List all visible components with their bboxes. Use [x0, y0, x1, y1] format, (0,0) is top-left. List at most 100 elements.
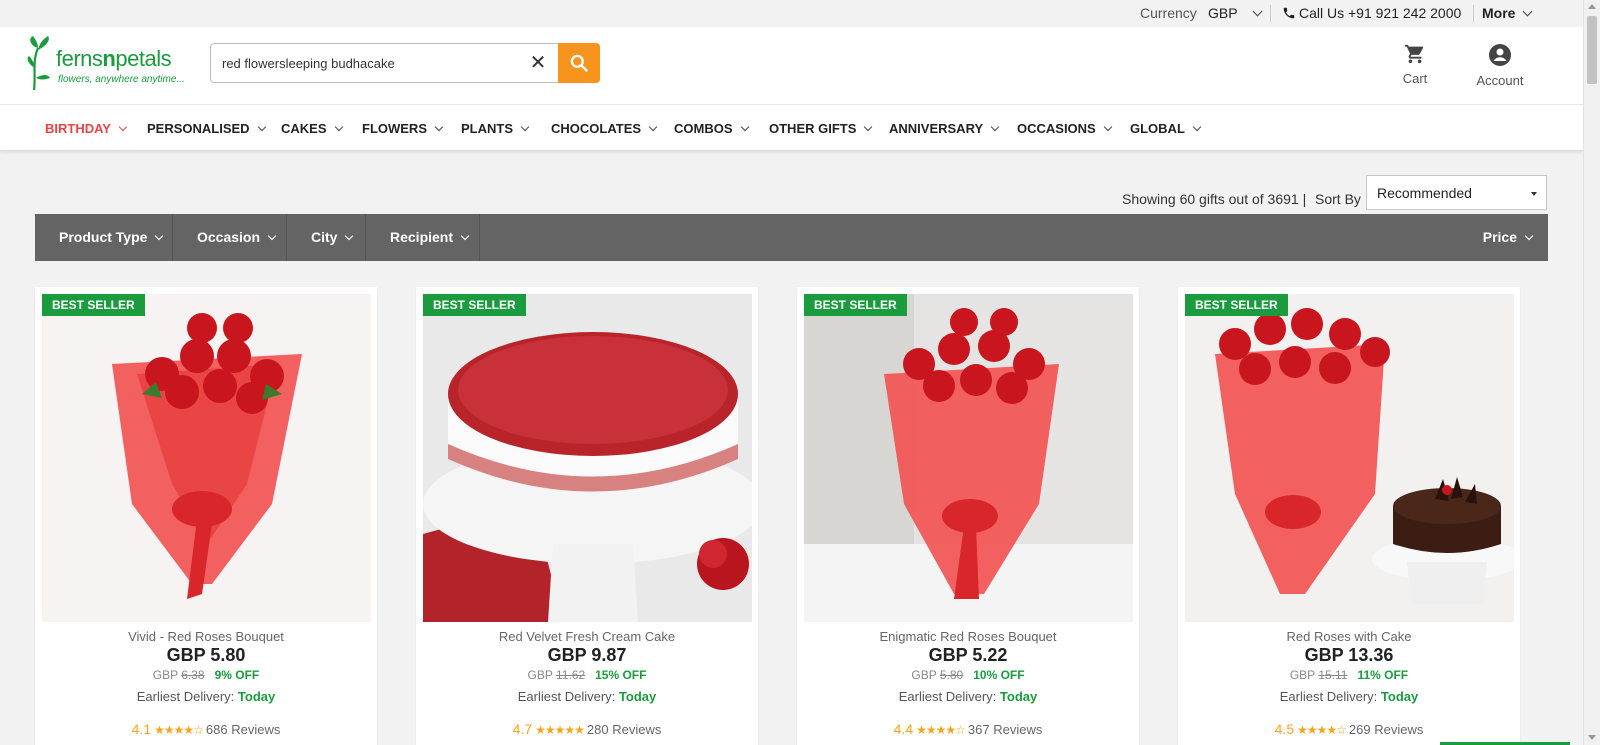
chevron-down-icon	[155, 231, 164, 241]
currency-select[interactable]: GBP	[1208, 5, 1263, 21]
best-seller-badge: BEST SELLER	[1185, 294, 1288, 316]
product-title[interactable]: Enigmatic Red Roses Bouquet	[797, 629, 1139, 644]
currency-label: GBP	[1289, 668, 1315, 682]
product-card[interactable]: BEST SELLER Red Velvet Fresh Cream Cake …	[416, 287, 758, 745]
chevron-down-icon	[267, 231, 277, 241]
product-card[interactable]: BEST SELLER Vivid - Red Roses Bouquet GB…	[35, 287, 377, 745]
best-seller-badge: BEST SELLER	[423, 294, 526, 316]
chevron-down-icon	[864, 122, 873, 132]
product-delivery: Earliest Delivery: Today	[797, 689, 1139, 704]
more-menu[interactable]: More	[1482, 5, 1533, 21]
chevron-down-icon	[990, 122, 1000, 132]
nav-item-anniversary[interactable]: ANNIVERSARY	[889, 121, 1000, 136]
nav-item-label: FLOWERS	[362, 121, 427, 136]
nav-item-label: GLOBAL	[1130, 121, 1185, 136]
delivery-label: Earliest Delivery:	[136, 689, 235, 704]
nav-item-cakes[interactable]: CAKES	[281, 121, 343, 136]
delivery-value: Today	[999, 689, 1038, 704]
discount-label: 9% OFF	[214, 668, 260, 682]
filter-recipient[interactable]: Recipient	[366, 214, 480, 261]
product-title[interactable]: Red Roses with Cake	[1178, 629, 1520, 644]
search-box: red flowersleeping budhacake ✕	[210, 43, 600, 83]
logo-flower-icon	[27, 36, 50, 91]
close-icon[interactable]: ✕	[527, 52, 549, 74]
divider	[1270, 5, 1271, 22]
filter-product-type[interactable]: Product Type	[35, 214, 173, 261]
nav-item-other-gifts[interactable]: OTHER GIFTS	[769, 121, 873, 136]
search-button[interactable]	[558, 43, 600, 83]
filter-label: Recipient	[390, 229, 454, 245]
product-old-price: GBP 11.62 15% OFF	[416, 668, 758, 682]
logo[interactable]: fernsnpetals flowers, anywhere anytime..…	[24, 32, 194, 94]
old-price-value: 11.62	[555, 668, 586, 682]
currency-value: GBP	[1208, 5, 1238, 21]
chevron-down-icon	[1523, 6, 1533, 17]
nav-item-personalised[interactable]: PERSONALISED	[147, 121, 266, 136]
delivery-label: Earliest Delivery:	[1279, 689, 1378, 704]
call-us-link[interactable]: Call Us +91 921 242 2000	[1282, 5, 1461, 21]
more-label: More	[1482, 5, 1516, 21]
nav-item-label: CAKES	[281, 121, 327, 136]
cart-button[interactable]: Cart	[1390, 43, 1440, 86]
filter-occasion[interactable]: Occasion	[173, 214, 287, 261]
review-count: 367 Reviews	[967, 722, 1043, 737]
account-button[interactable]: Account	[1472, 43, 1528, 88]
product-image[interactable]	[1185, 294, 1514, 622]
product-delivery: Earliest Delivery: Today	[416, 689, 758, 704]
filter-city[interactable]: City	[287, 214, 366, 261]
account-label: Account	[1476, 73, 1524, 88]
filter-label: Product Type	[59, 229, 148, 245]
cart-icon	[1404, 44, 1424, 64]
scrollbar-thumb[interactable]	[1587, 16, 1597, 84]
page-scrollbar[interactable]	[1583, 0, 1600, 745]
nav-item-plants[interactable]: PLANTS	[461, 121, 530, 136]
product-title[interactable]: Red Velvet Fresh Cream Cake	[416, 629, 758, 644]
old-price-value: 15.11	[1318, 668, 1348, 682]
nav-item-chocolates[interactable]: CHOCOLATES	[551, 121, 658, 136]
product-card[interactable]: BEST SELLER Red Roses with Cake GBP 13.3…	[1178, 287, 1520, 745]
nav-item-combos[interactable]: COMBOS	[674, 121, 749, 136]
chevron-down-icon	[520, 122, 530, 132]
discount-label: 11% OFF	[1357, 668, 1409, 682]
product-image[interactable]	[42, 294, 371, 622]
chevron-down-icon	[345, 231, 354, 241]
nav-item-occasions[interactable]: OCCASIONS	[1017, 121, 1112, 136]
product-price: GBP 13.36	[1304, 645, 1394, 665]
product-title[interactable]: Vivid - Red Roses Bouquet	[35, 629, 377, 644]
chevron-down-icon	[1252, 6, 1263, 17]
delivery-value: Today	[1380, 689, 1419, 704]
product-price: GBP 5.22	[928, 645, 1008, 665]
nav-item-label: OCCASIONS	[1017, 121, 1096, 136]
nav-item-global[interactable]: GLOBAL	[1130, 121, 1202, 136]
account-icon	[1489, 44, 1511, 66]
filter-label: Price	[1482, 229, 1517, 245]
discount-label: 10% OFF	[973, 668, 1025, 682]
divider	[1473, 5, 1474, 22]
star-rating-icon: ★★★★★	[535, 723, 585, 737]
search-icon	[570, 54, 588, 72]
old-price-value: 5.80	[939, 668, 964, 682]
rating-value: 4.1	[131, 721, 152, 737]
logo-wordmark-part: petals	[115, 46, 172, 71]
chevron-down-icon	[1192, 122, 1202, 132]
chevron-down-icon	[434, 122, 444, 132]
nav-item-label: BIRTHDAY	[45, 121, 111, 136]
filter-label: Occasion	[197, 229, 261, 245]
currency-label: GBP	[152, 668, 178, 682]
caret-down-icon	[1531, 192, 1537, 196]
scroll-down-icon[interactable]	[1588, 735, 1596, 740]
sort-select[interactable]: Recommended	[1366, 175, 1547, 210]
scroll-up-icon[interactable]	[1588, 4, 1596, 9]
star-rating-icon: ★★★★☆	[1297, 723, 1347, 737]
search-input[interactable]: red flowersleeping budhacake	[222, 56, 395, 71]
product-image[interactable]	[423, 294, 752, 622]
nav-item-label: OTHER GIFTS	[769, 121, 857, 136]
nav-item-flowers[interactable]: FLOWERS	[362, 121, 444, 136]
nav-item-birthday[interactable]: BIRTHDAY	[45, 121, 128, 136]
logo-wordmark-part: n	[102, 46, 116, 71]
filter-price[interactable]: Price	[1482, 214, 1534, 261]
product-card[interactable]: BEST SELLER Enigmatic Red Roses Bouquet …	[797, 287, 1139, 745]
sort-value: Recommended	[1377, 185, 1472, 201]
product-old-price: GBP 5.80 10% OFF	[797, 668, 1139, 682]
product-image[interactable]	[804, 294, 1133, 622]
